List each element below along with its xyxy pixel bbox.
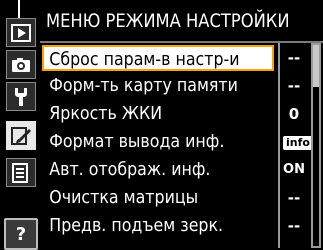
- setup-brush-icon: [11, 126, 31, 145]
- custom-settings-wrench-icon: [15, 87, 27, 106]
- menu-item-value: --: [287, 77, 301, 95]
- scrollbar-thumb[interactable]: [313, 45, 319, 87]
- menu-item-value: ON: [283, 162, 305, 177]
- info-badge: info: [283, 135, 313, 150]
- camera-menu-screen: МЕНЮ РЕЖИМА НАСТРОЙКИ ? Сброс парам-в на…: [0, 0, 323, 250]
- menu-item-format-card[interactable]: Форм-ть карту памяти: [44, 73, 272, 99]
- menu-item-value: --: [287, 49, 301, 67]
- menu-item-label: Очистка матрицы: [49, 187, 199, 208]
- tab-playback[interactable]: [6, 18, 36, 47]
- menu-item-info-display-format[interactable]: Формат вывода инф.: [44, 129, 272, 155]
- menu-item-label: Яркость ЖКИ: [49, 103, 163, 124]
- menu-item-value: --: [287, 189, 301, 207]
- menu-item-reset-setup[interactable]: Сброс парам-в настр-и: [42, 45, 274, 71]
- tab-shooting[interactable]: [6, 50, 36, 79]
- tab-setup[interactable]: [6, 121, 36, 150]
- menu-title: МЕНЮ РЕЖИМА НАСТРОЙКИ: [46, 10, 290, 32]
- menu-item-label: Предв. подъем зерк.: [49, 215, 224, 236]
- menu-item-value: info: [283, 129, 313, 155]
- menu-item-lcd-brightness[interactable]: Яркость ЖКИ: [44, 101, 272, 127]
- menu-item-value: 0: [288, 105, 300, 123]
- menu-item-clean-sensor[interactable]: Очистка матрицы: [44, 185, 272, 211]
- tab-custom-settings[interactable]: [6, 82, 36, 111]
- menu-item-value: --: [287, 217, 301, 235]
- active-tab-connector: [18, 0, 20, 18]
- menu-item-auto-info-display[interactable]: Авт. отображ. инф.: [44, 157, 272, 183]
- help-button[interactable]: ?: [4, 218, 38, 250]
- camera-icon: [12, 57, 30, 72]
- menu-item-label: Авт. отображ. инф.: [49, 159, 211, 180]
- menu-item-label: Сброс парам-в настр-и: [49, 49, 240, 70]
- menu-item-mirror-lockup[interactable]: Предв. подъем зерк.: [44, 213, 272, 239]
- tab-retouch[interactable]: [6, 158, 36, 187]
- retouch-list-icon: [12, 162, 28, 183]
- menu-item-label: Формат вывода инф.: [49, 131, 225, 152]
- menu-item-label: Форм-ть карту памяти: [49, 75, 238, 96]
- playback-icon: [11, 23, 31, 42]
